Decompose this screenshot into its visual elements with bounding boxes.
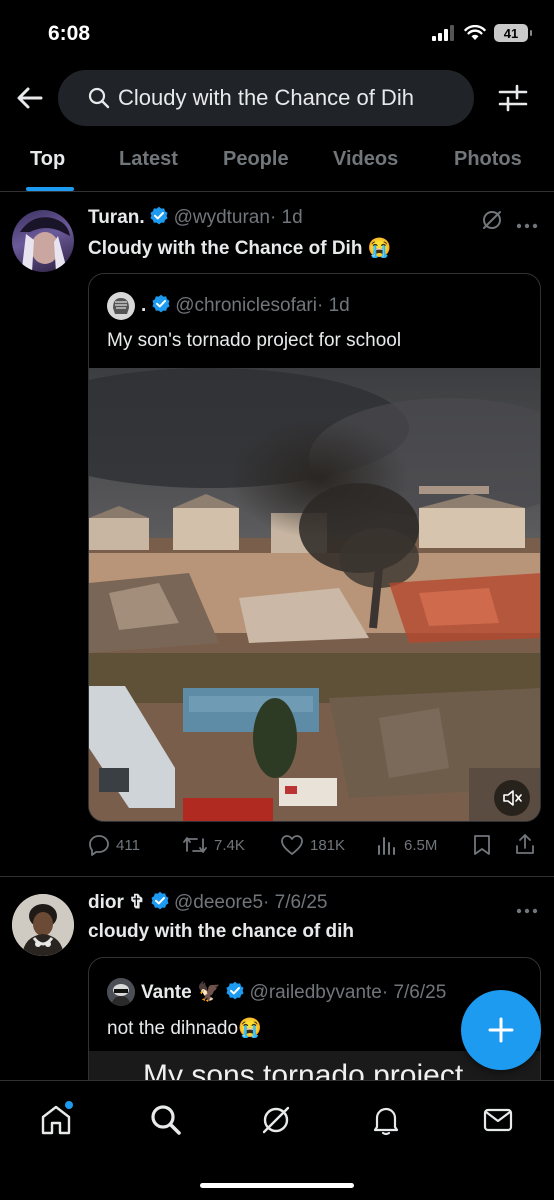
retweet-icon <box>183 837 207 853</box>
views-icon <box>378 837 395 855</box>
grok-button[interactable] <box>481 209 503 236</box>
quoted-avatar <box>107 978 135 1006</box>
search-query: Cloudy with the Chance of Dih <box>118 85 414 110</box>
home-indicator <box>200 1183 354 1188</box>
wifi-icon <box>464 25 486 40</box>
tweet-header: dior ✞ @deeore5· 7/6/25 <box>88 891 327 914</box>
quoted-avatar-image <box>107 978 135 1006</box>
tweet-divider <box>0 876 554 877</box>
views-button[interactable]: 6.5M <box>376 834 437 856</box>
back-button[interactable] <box>14 82 46 114</box>
search-icon <box>151 1105 181 1135</box>
tab-photos[interactable]: Photos <box>454 148 522 171</box>
avatar[interactable] <box>12 210 74 272</box>
share-icon <box>516 834 534 854</box>
tweet-text: cloudy with the chance of dih <box>88 921 355 942</box>
views-count: 6.5M <box>404 836 438 854</box>
avatar[interactable] <box>12 894 74 956</box>
more-button[interactable] <box>516 901 538 919</box>
verified-badge-icon <box>226 981 244 1000</box>
quoted-author-handle: @railedbyvante <box>249 982 382 1003</box>
tweet-text: Cloudy with the Chance of Dih 😭 <box>88 238 392 259</box>
tab-latest[interactable]: Latest <box>119 148 178 171</box>
more-icon <box>516 223 538 229</box>
reply-button[interactable]: 411 <box>88 834 140 856</box>
quoted-tweet[interactable]: . @chroniclesofari· 1d My son's tornado … <box>88 273 541 822</box>
tab-videos[interactable]: Videos <box>333 148 398 171</box>
arrow-left-icon <box>17 87 43 109</box>
bell-icon <box>373 1107 399 1136</box>
nav-notifications[interactable] <box>369 1103 403 1137</box>
verified-badge-icon <box>152 294 170 313</box>
grok-icon <box>262 1106 290 1134</box>
share-button[interactable] <box>514 832 536 861</box>
quoted-tweet-time: · 7/6/25 <box>381 982 447 1003</box>
plus-icon <box>488 1017 514 1043</box>
mute-button[interactable] <box>494 780 530 816</box>
notification-dot <box>65 1101 73 1109</box>
quoted-text: not the dihnado😭 <box>107 1018 262 1039</box>
quoted-header: . @chroniclesofari· 1d <box>141 294 350 317</box>
status-time: 6:08 <box>48 22 91 45</box>
reply-count: 411 <box>116 836 140 854</box>
nav-messages[interactable] <box>481 1103 515 1137</box>
bookmark-button[interactable] <box>472 834 492 861</box>
tornado-video[interactable] <box>89 368 540 821</box>
bottom-navigation <box>0 1080 554 1200</box>
mail-icon <box>483 1108 513 1132</box>
quoted-author-name: Vante 🦅 <box>141 982 221 1003</box>
nav-grok[interactable] <box>259 1103 293 1137</box>
author-name[interactable]: Turan. <box>88 207 145 228</box>
mute-icon <box>503 790 522 806</box>
search-filter-button[interactable] <box>496 82 530 114</box>
video-thumbnail <box>89 368 540 821</box>
search-icon <box>88 87 110 109</box>
quoted-text: My son's tornado project for school <box>107 330 402 351</box>
more-button[interactable] <box>516 216 538 234</box>
status-icons: 41 <box>432 24 532 42</box>
avatar-image <box>20 217 70 272</box>
search-tabs: Top Latest People Videos Photos <box>0 140 554 192</box>
retweet-button[interactable]: 7.4K <box>182 834 245 856</box>
quoted-avatar <box>107 292 135 320</box>
like-button[interactable]: 181K <box>280 834 345 856</box>
verified-badge-icon <box>150 206 168 225</box>
like-count: 181K <box>310 836 346 854</box>
tweet-time: · 7/6/25 <box>263 892 328 913</box>
author-name[interactable]: dior ✞ <box>88 892 145 913</box>
grok-icon <box>483 211 501 229</box>
compose-button[interactable] <box>461 990 541 1070</box>
retweet-count: 7.4K <box>214 836 245 854</box>
verified-badge-icon <box>151 891 169 910</box>
sliders-icon <box>498 84 528 112</box>
search-input[interactable]: Cloudy with the Chance of Dih <box>58 70 474 126</box>
active-tab-indicator <box>26 187 74 191</box>
heart-icon <box>281 835 303 855</box>
reply-icon <box>89 835 109 856</box>
nav-home[interactable] <box>39 1101 73 1137</box>
tweet-time: · 1d <box>269 207 303 228</box>
tab-top[interactable]: Top <box>30 148 65 171</box>
quoted-header: Vante 🦅 @railedbyvante· 7/6/25 <box>141 980 446 1004</box>
battery-level: 41 <box>503 25 519 41</box>
nav-search[interactable] <box>149 1103 183 1137</box>
quoted-author-handle: @chroniclesofari <box>175 295 317 316</box>
quoted-author-name: . <box>141 295 147 316</box>
bookmark-icon <box>474 835 490 855</box>
tweet-header: Turan. @wydturan· 1d <box>88 206 303 229</box>
signal-icon <box>432 25 454 41</box>
tab-people[interactable]: People <box>223 148 289 171</box>
author-handle[interactable]: @deeore5 <box>174 892 263 913</box>
avatar-image <box>12 894 74 956</box>
battery-indicator: 41 <box>494 24 532 42</box>
quoted-tweet-time: · 1d <box>316 295 350 316</box>
quoted-avatar-image <box>113 298 129 314</box>
author-handle[interactable]: @wydturan <box>174 207 270 228</box>
more-icon <box>516 908 538 914</box>
